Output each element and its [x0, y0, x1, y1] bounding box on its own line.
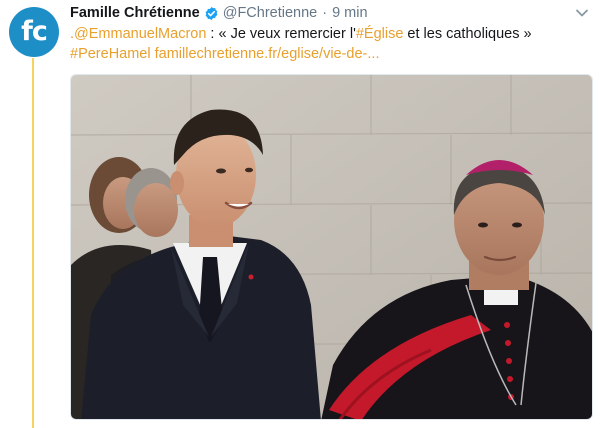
thread-line [32, 58, 34, 428]
hashtag-eglise-link[interactable]: #Église [356, 26, 404, 42]
tweet-header: Famille Chrétienne @FChretienne · 9 min [70, 4, 368, 22]
separator-dot: · [322, 5, 328, 21]
avatar[interactable]: fc [9, 7, 59, 57]
verified-badge-icon [205, 6, 218, 20]
avatar-initials: fc [21, 15, 48, 47]
timestamp[interactable]: 9 min [332, 5, 367, 21]
url-link[interactable]: famillechretienne.fr/eglise/vie-de-... [155, 46, 380, 62]
photo-illustration [71, 75, 592, 419]
handle[interactable]: @FChretienne [223, 5, 318, 21]
hashtag-perehamel-link[interactable]: #PereHamel [70, 46, 151, 62]
tweet-text-part2: et les catholiques » [403, 26, 532, 42]
mention-link[interactable]: .@EmmanuelMacron [70, 26, 206, 42]
display-name[interactable]: Famille Chrétienne [70, 5, 200, 21]
tweet-text-line-1: .@EmmanuelMacron : « Je veux remercier l… [70, 24, 590, 44]
tweet-text-part1: : « Je veux remercier l' [206, 26, 356, 42]
tweet-photo[interactable] [70, 74, 593, 420]
tweet-text: .@EmmanuelMacron : « Je veux remercier l… [70, 24, 590, 64]
chevron-down-icon[interactable] [575, 8, 589, 18]
tweet-card[interactable]: fc Famille Chrétienne @FChretienne · 9 m… [0, 0, 600, 428]
tweet-text-line-2: #PereHamel famillechretienne.fr/eglise/v… [70, 44, 590, 64]
